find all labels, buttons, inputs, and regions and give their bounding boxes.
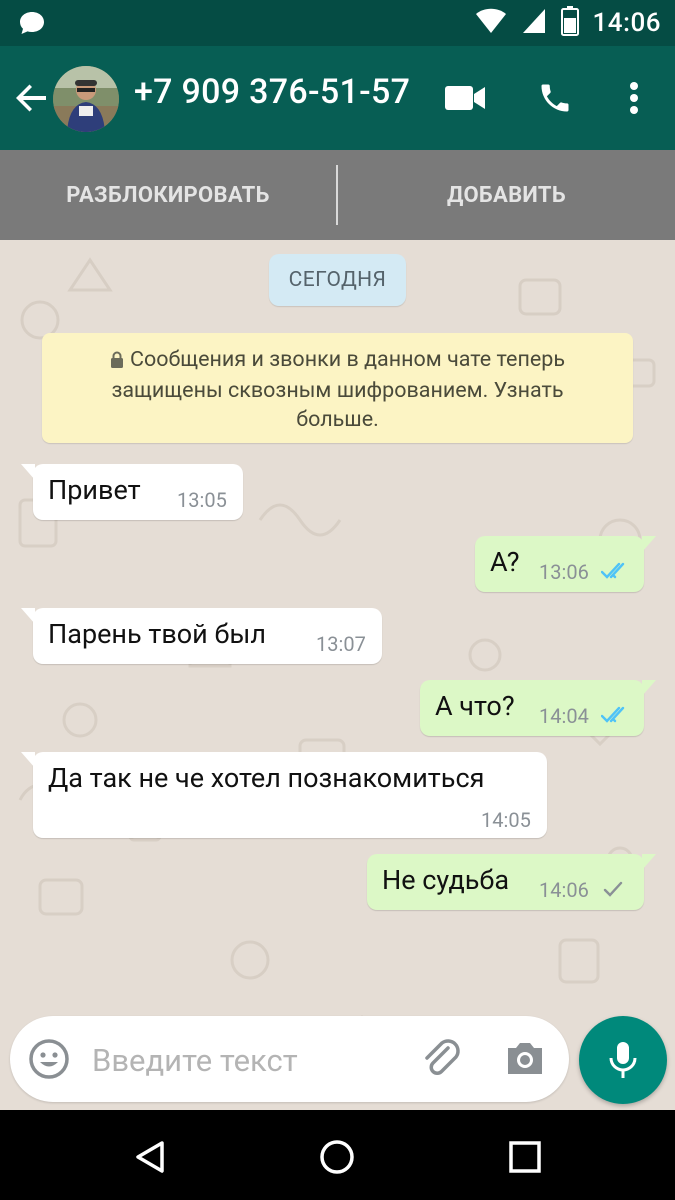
message-text: А? <box>490 546 520 578</box>
status-bar: 14:06 <box>0 0 675 46</box>
camera-icon[interactable] <box>504 1038 546 1082</box>
message-text: Привет <box>48 474 141 506</box>
nav-recents-icon[interactable] <box>500 1132 550 1182</box>
bubble-tail <box>21 608 35 624</box>
contact-name[interactable]: +7 909 376-51-57 <box>134 72 410 112</box>
encryption-notice-line: защищены сквозным шифрованием. Узнать <box>111 378 564 403</box>
message-time: 14:06 <box>539 878 589 902</box>
message-text: Парень твой был <box>48 618 266 650</box>
signal-icon <box>521 7 547 39</box>
encryption-notice-line: больше. <box>296 407 379 432</box>
chat-header: +7 909 376-51-57 <box>0 46 675 150</box>
more-options-icon[interactable] <box>610 74 658 122</box>
bubble-tail <box>21 464 35 480</box>
message-text: Да так не че хотел познакомиться <box>48 762 485 794</box>
nav-home-icon[interactable] <box>312 1132 362 1182</box>
system-navigation-bar <box>0 1110 675 1200</box>
outgoing-message[interactable]: А? 13:06 <box>475 536 656 592</box>
message-time: 13:05 <box>177 488 227 512</box>
unblock-button[interactable]: РАЗБЛОКИРОВАТЬ <box>0 150 336 240</box>
phone-call-icon[interactable] <box>531 74 579 122</box>
attach-icon[interactable] <box>422 1038 462 1084</box>
back-arrow-icon[interactable] <box>12 78 52 118</box>
lock-icon <box>110 347 124 376</box>
message-input[interactable] <box>90 1036 394 1084</box>
battery-icon <box>560 6 579 40</box>
message-list[interactable]: СЕГОДНЯ Сообщения и звонки в данном чате… <box>0 240 675 1110</box>
encryption-notice-line: Сообщения и звонки в данном чате теперь <box>62 345 613 376</box>
message-composer <box>10 1016 569 1102</box>
voice-record-button[interactable] <box>579 1016 667 1104</box>
clock: 14:06 <box>592 8 661 38</box>
message-text: Не судьба <box>382 864 510 896</box>
chat-notification-icon <box>18 10 46 40</box>
bubble-tail <box>21 752 35 768</box>
outgoing-message[interactable]: Не судьба 14:06 <box>367 854 656 910</box>
single-check-sent-icon <box>603 881 623 897</box>
outgoing-message[interactable]: А что? 14:04 <box>420 680 656 736</box>
contact-avatar[interactable] <box>53 66 119 132</box>
nav-back-icon[interactable] <box>125 1132 175 1182</box>
add-contact-button[interactable]: ДОБАВИТЬ <box>338 150 675 240</box>
emoji-icon[interactable] <box>28 1038 70 1084</box>
incoming-message[interactable]: Парень твой был 13:07 <box>21 608 382 664</box>
message-time: 13:06 <box>539 560 589 584</box>
double-check-read-icon <box>601 562 625 579</box>
message-time: 14:05 <box>481 808 531 832</box>
wifi-icon <box>475 7 507 39</box>
incoming-message[interactable]: Да так не че хотел познакомиться 14:05 <box>21 752 547 838</box>
bubble-tail <box>642 536 656 552</box>
bubble-tail <box>642 680 656 696</box>
date-divider: СЕГОДНЯ <box>269 254 406 306</box>
message-text: А что? <box>435 690 515 722</box>
bubble-tail <box>642 854 656 870</box>
double-check-read-icon <box>601 706 625 723</box>
encryption-notice[interactable]: Сообщения и звонки в данном чате теперь … <box>42 333 633 443</box>
microphone-icon <box>609 1042 637 1078</box>
message-time: 13:07 <box>316 632 366 656</box>
blocked-contact-bar: РАЗБЛОКИРОВАТЬ ДОБАВИТЬ <box>0 150 675 240</box>
video-call-icon[interactable] <box>441 74 489 122</box>
incoming-message[interactable]: Привет 13:05 <box>21 464 243 520</box>
message-time: 14:04 <box>539 704 589 728</box>
